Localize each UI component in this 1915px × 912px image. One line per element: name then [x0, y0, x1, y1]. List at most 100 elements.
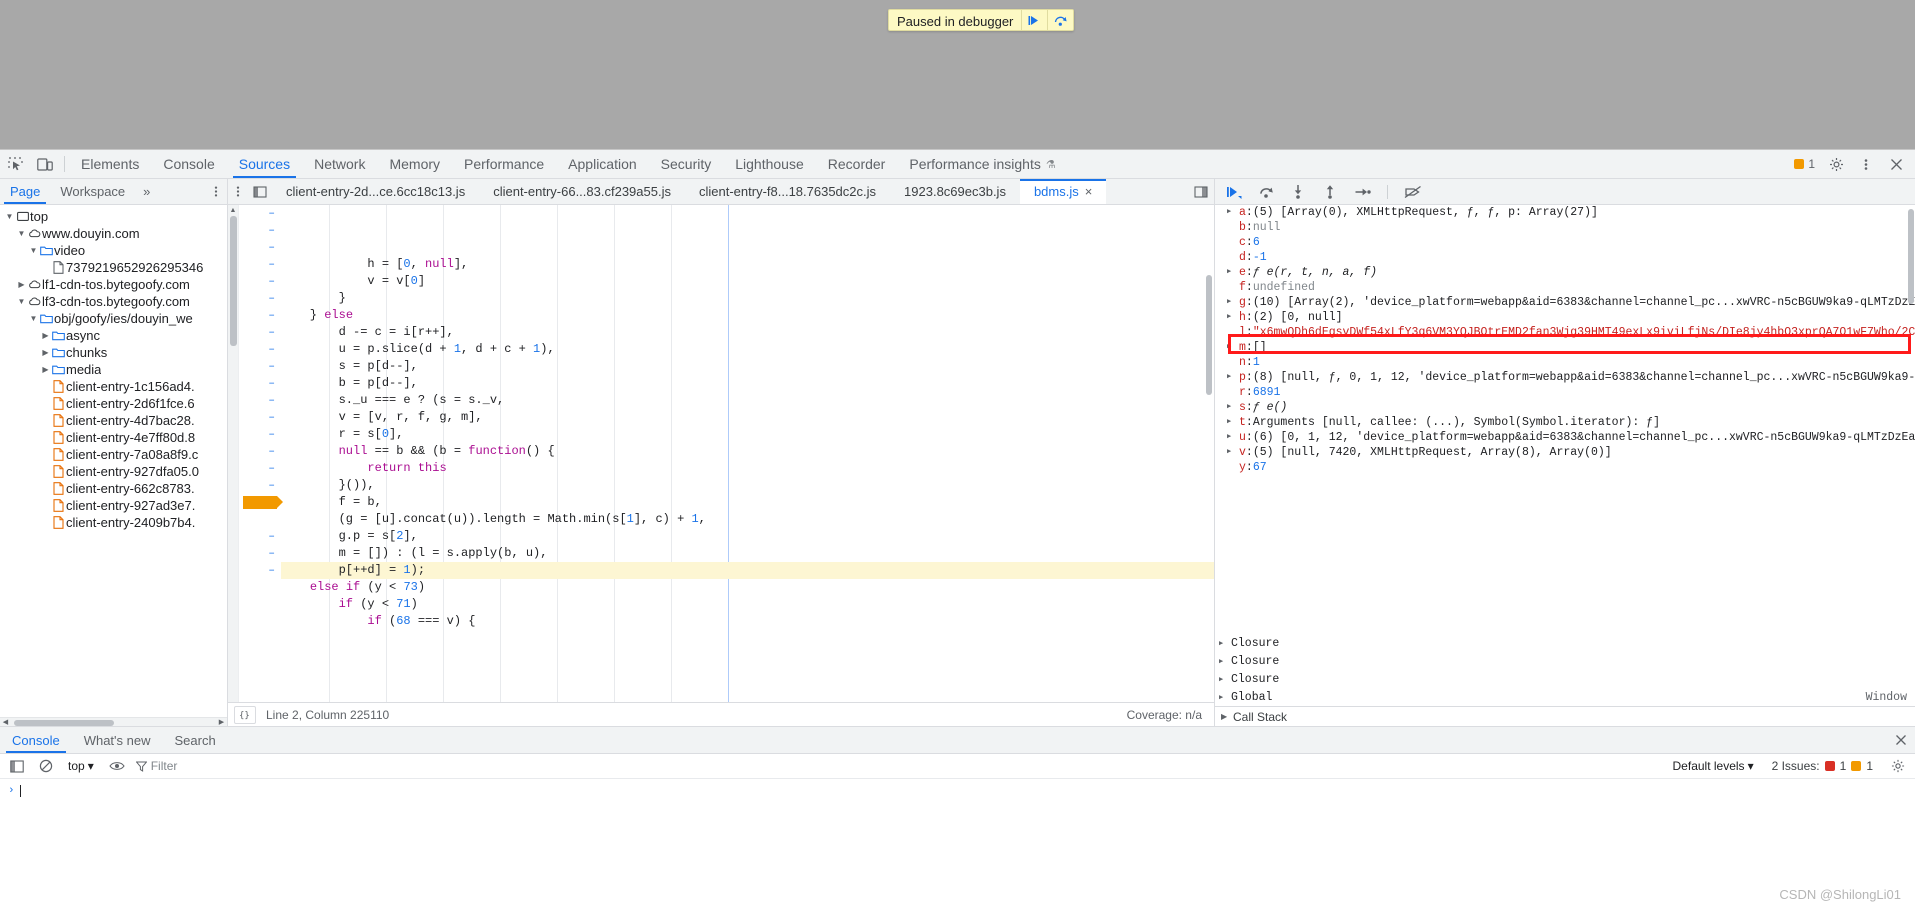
scope-section-row[interactable]: ▶GlobalWindow: [1215, 688, 1915, 706]
gutter-line[interactable]: –: [239, 545, 281, 562]
tab-application[interactable]: Application: [556, 150, 649, 178]
scrollbar-thumb[interactable]: [14, 720, 114, 726]
chevron-right-icon[interactable]: ▶: [1227, 340, 1239, 355]
code-line[interactable]: if (68 === v) {: [281, 613, 1214, 630]
gutter-line[interactable]: –: [239, 307, 281, 324]
step-over-button[interactable]: [1047, 10, 1073, 30]
code-line[interactable]: else if (y < 73): [281, 579, 1214, 596]
code-line[interactable]: g.p = s[2],: [281, 528, 1214, 545]
code-line[interactable]: if (y < 71): [281, 596, 1214, 613]
scope-variable-row[interactable]: ▶e: ƒ e(r, t, n, a, f): [1215, 265, 1915, 280]
chevron-right-icon[interactable]: ▶: [1219, 675, 1231, 684]
tree-node[interactable]: ▼obj/goofy/ies/douyin_we: [0, 310, 227, 327]
gutter-line[interactable]: –: [239, 205, 281, 222]
gutter-line[interactable]: –: [239, 528, 281, 545]
scope-variable-row[interactable]: y: 67: [1215, 460, 1915, 475]
close-devtools-button[interactable]: [1881, 158, 1911, 171]
chevron-right-icon[interactable]: ▶: [1227, 295, 1239, 310]
tree-node[interactable]: client-entry-2d6f1fce.6: [0, 395, 227, 412]
tree-node[interactable]: client-entry-662c8783.: [0, 480, 227, 497]
code-line[interactable]: u = p.slice(d + 1, d + c + 1),: [281, 341, 1214, 358]
console-prompt[interactable]: ›: [0, 783, 1915, 799]
console-sidebar-button[interactable]: [6, 760, 28, 773]
scope-variable-row[interactable]: d: -1: [1215, 250, 1915, 265]
scope-variable-row[interactable]: ▶u: (6) [0, 1, 12, 'device_platform=weba…: [1215, 430, 1915, 445]
scope-variable-row[interactable]: c: 6: [1215, 235, 1915, 250]
scope-variable-row[interactable]: ▶p: (8) [null, ƒ, 0, 1, 12, 'device_plat…: [1215, 370, 1915, 385]
chevron-down-icon[interactable]: ▼: [28, 242, 39, 259]
scope-section-row[interactable]: ▶Closure: [1215, 670, 1915, 688]
tab-performance-insights[interactable]: Performance insights ⚗: [897, 150, 1067, 178]
tree-node[interactable]: ▼video: [0, 242, 227, 259]
tree-node[interactable]: client-entry-927ad3e7.: [0, 497, 227, 514]
drawer-tab-whats-new[interactable]: What's new: [72, 727, 163, 753]
drawer-tab-search[interactable]: Search: [163, 727, 228, 753]
code-content[interactable]: h = [0, null], v = v[0] } } else d -= c …: [281, 205, 1214, 702]
gutter-line[interactable]: –: [239, 358, 281, 375]
chevron-down-icon[interactable]: ▼: [16, 293, 27, 310]
clear-console-button[interactable]: [36, 759, 56, 773]
executing-code-line[interactable]: p[++d] = 1);: [281, 562, 1214, 579]
default-levels-selector[interactable]: Default levels ▾: [1669, 758, 1758, 774]
gutter-line[interactable]: –: [239, 477, 281, 494]
scrollbar-thumb[interactable]: [1206, 275, 1212, 395]
code-line[interactable]: r = s[0],: [281, 426, 1214, 443]
call-stack-section[interactable]: ▶ Call Stack: [1215, 706, 1915, 726]
editor-tab-client-entry-f8[interactable]: client-entry-f8...18.7635dc2c.js: [685, 179, 890, 204]
code-line[interactable]: v = v[0]: [281, 273, 1214, 290]
tab-lighthouse[interactable]: Lighthouse: [723, 150, 816, 178]
step-button[interactable]: [1351, 182, 1373, 202]
gutter-line[interactable]: –: [239, 460, 281, 477]
gutter-line[interactable]: –: [239, 562, 281, 579]
editor-tab-1923[interactable]: 1923.8c69ec3b.js: [890, 179, 1020, 204]
tree-node[interactable]: ▼top: [0, 208, 227, 225]
chevron-right-icon[interactable]: ▶: [1219, 657, 1231, 666]
console-filter[interactable]: Filter: [136, 759, 286, 773]
scope-variable-row[interactable]: l: "x6mwQDh6dEgsvDWf54xLfY3q6VM3YQJBOtrE…: [1215, 325, 1915, 340]
scope-variable-row[interactable]: ▶s: ƒ e(): [1215, 400, 1915, 415]
editor-right-scrollbar[interactable]: [1204, 205, 1214, 702]
tree-node[interactable]: 7379219652926295346: [0, 259, 227, 276]
code-editor[interactable]: ▲ –––––––––––––––––––––: [228, 205, 1214, 702]
tab-network[interactable]: Network: [302, 150, 377, 178]
editor-tab-client-entry-66[interactable]: client-entry-66...83.cf239a55.js: [479, 179, 685, 204]
gutter-line[interactable]: –: [239, 392, 281, 409]
gutter-line[interactable]: –: [239, 443, 281, 460]
console-settings-button[interactable]: [1887, 759, 1909, 773]
deactivate-breakpoints-button[interactable]: [1402, 182, 1424, 202]
tree-node[interactable]: ▶async: [0, 327, 227, 344]
breakpoint-marker[interactable]: [243, 496, 277, 509]
gutter-line[interactable]: –: [239, 426, 281, 443]
scope-variable-row[interactable]: n: 1: [1215, 355, 1915, 370]
tree-node[interactable]: ▶lf1-cdn-tos.bytegoofy.com: [0, 276, 227, 293]
editor-tab-client-entry-2d[interactable]: client-entry-2d...ce.6cc18c13.js: [272, 179, 479, 204]
tree-node[interactable]: client-entry-4d7bac28.: [0, 412, 227, 429]
console-output[interactable]: ›: [0, 779, 1915, 912]
scope-variable-row[interactable]: ▶g: (10) [Array(2), 'device_platform=web…: [1215, 295, 1915, 310]
nav-tab-page[interactable]: Page: [0, 179, 50, 204]
code-line[interactable]: m = []) : (l = s.apply(b, u),: [281, 545, 1214, 562]
more-options-button[interactable]: [1851, 157, 1881, 172]
chevron-right-icon[interactable]: ▶: [1227, 265, 1239, 280]
chevron-right-icon[interactable]: ▶: [1219, 693, 1231, 702]
issues-summary[interactable]: 2 Issues: 1 1: [1772, 759, 1873, 773]
tree-node[interactable]: client-entry-7a08a8f9.c: [0, 446, 227, 463]
code-line[interactable]: f = b,: [281, 494, 1214, 511]
chevron-right-icon[interactable]: ▶: [1227, 430, 1239, 445]
toggle-navigator-button[interactable]: [248, 179, 272, 204]
chevron-right-icon[interactable]: ▶: [40, 344, 51, 361]
gutter-line[interactable]: –: [239, 222, 281, 239]
scope-variable-row[interactable]: ▶a: (5) [Array(0), XMLHttpRequest, ƒ, ƒ,…: [1215, 205, 1915, 220]
chevron-down-icon[interactable]: ▼: [4, 208, 15, 225]
code-line[interactable]: null == b && (b = function() {: [281, 443, 1214, 460]
chevron-right-icon[interactable]: ▶: [40, 327, 51, 344]
scope-variable-row[interactable]: f: undefined: [1215, 280, 1915, 295]
editor-tab-bdms[interactable]: bdms.js ×: [1020, 179, 1106, 204]
code-line[interactable]: h = [0, null],: [281, 256, 1214, 273]
step-into-button[interactable]: [1287, 182, 1309, 202]
device-toolbar-button[interactable]: [30, 150, 60, 178]
code-line[interactable]: (g = [u].concat(u)).length = Math.min(s[…: [281, 511, 1214, 528]
gutter-line[interactable]: –: [239, 375, 281, 392]
chevron-right-icon[interactable]: ▶: [16, 276, 27, 293]
tree-node[interactable]: ▶chunks: [0, 344, 227, 361]
